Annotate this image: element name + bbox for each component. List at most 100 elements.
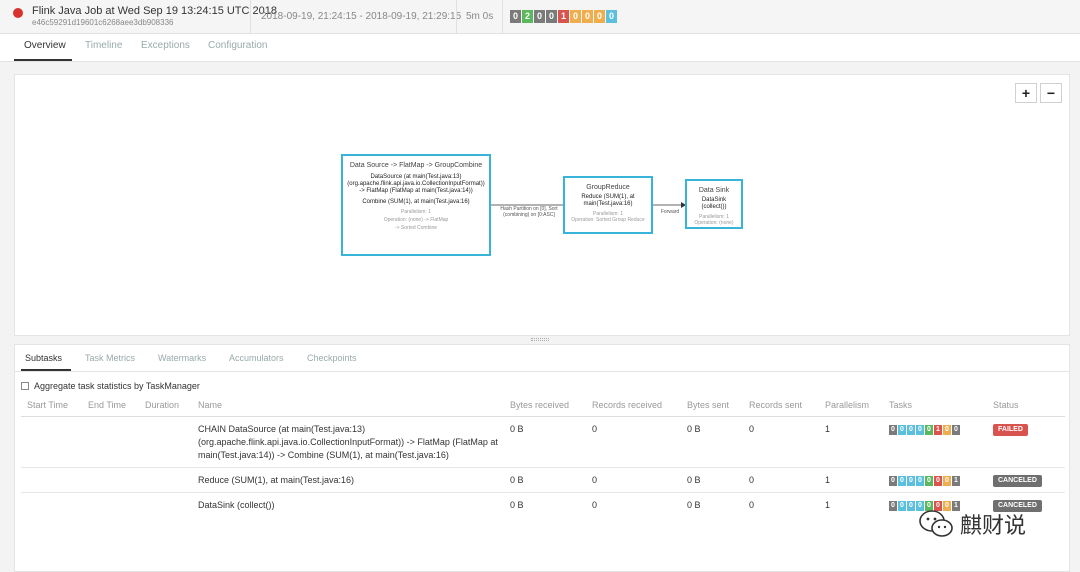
node-parallelism: Parallelism: 1 [400,209,431,215]
tab-subtasks[interactable]: Subtasks [25,353,62,363]
row-task-counts: 00000001 [889,476,960,486]
table-header-divider [21,416,1065,417]
task-count-badge: 0 [546,10,557,23]
node-description: DataSink (collect()) [701,197,727,210]
graph-node-source[interactable]: Data Source -> FlatMap -> GroupCombine D… [341,154,491,256]
graph-node-datasink[interactable]: Data Sink DataSink (collect()) Paralleli… [685,179,743,229]
row-records-sent: 0 [749,475,755,485]
task-count-badge: 1 [558,10,569,23]
col-bytes-sent: Bytes sent [687,400,730,410]
task-count-badge: 0 [907,501,915,511]
col-tasks: Tasks [889,400,913,410]
main-tabs: Overview Timeline Exceptions Configurati… [0,34,1080,62]
task-count-badge: 0 [898,501,906,511]
row-task-counts: 00000100 [889,425,960,435]
row-records-received: 0 [592,424,598,434]
task-count-badge: 0 [925,425,933,435]
node-description: DataSource (at main(Test.java:13) (org.a… [347,174,485,194]
col-parallelism: Parallelism [825,400,870,410]
row-bytes-received: 0 B [510,500,524,510]
vertex-details-panel: Subtasks Task Metrics Watermarks Accumul… [14,344,1070,572]
graph-node-groupreduce[interactable]: GroupReduce Reduce (SUM(1), at main(Test… [563,176,653,234]
row-records-sent: 0 [749,424,755,434]
task-count-badge: 0 [907,476,915,486]
node-description: Reduce (SUM(1), at main(Test.java:16) [581,194,635,207]
edge-label-hash-partition: Hash Partition on [0], Sort (combining) … [500,206,558,218]
row-parallelism: 1 [825,500,831,510]
row-parallelism: 1 [825,424,831,434]
row-bytes-sent: 0 B [687,424,701,434]
task-count-badge: 0 [534,10,545,23]
task-count-badge: 0 [916,476,924,486]
col-duration: Duration [145,400,180,410]
aggregate-label: Aggregate task statistics by TaskManager [34,381,200,391]
node-operation: Operation: (none) [694,220,734,226]
col-bytes-received: Bytes received [510,400,570,410]
job-time-range: 2018-09-19, 21:24:15 - 2018-09-19, 21:29… [261,11,462,22]
tab-exceptions[interactable]: Exceptions [141,40,190,51]
node-strategy: -> Sorted Combine [394,225,438,231]
task-count-badge: 0 [898,425,906,435]
aggregate-checkbox[interactable] [21,382,29,390]
row-bytes-sent: 0 B [687,500,701,510]
active-tab-indicator [14,59,72,61]
node-operation: Operation: (none) -> FlatMap [383,217,449,223]
task-count-badge: 0 [582,10,593,23]
row-records-sent: 0 [749,500,755,510]
row-status-badge: FAILED [993,424,1028,436]
col-name: Name [198,400,223,410]
tab-watermarks[interactable]: Watermarks [158,353,206,363]
job-status-dot [13,8,23,18]
node-title: GroupReduce [586,184,630,191]
header-divider [502,0,503,33]
row-divider [21,467,1065,468]
panel-resize-handle[interactable] [531,338,549,341]
wechat-icon [919,510,953,537]
row-status-badge: CANCELED [993,475,1042,487]
header-divider [250,0,251,33]
node-operation: Operation: Sorted Group Reduce [571,217,645,223]
tab-configuration[interactable]: Configuration [208,40,267,51]
row-divider [21,492,1065,493]
task-count-badge: 1 [934,425,942,435]
tab-task-metrics[interactable]: Task Metrics [85,353,135,363]
row-name[interactable]: Reduce (SUM(1), at main(Test.java:16) [198,474,498,487]
task-count-badge: 0 [594,10,605,23]
col-records-received: Records received [592,400,663,410]
row-records-received: 0 [592,500,598,510]
task-count-badge: 0 [570,10,581,23]
tab-overview[interactable]: Overview [24,40,66,51]
task-count-badge: 0 [889,501,897,511]
node-title: Data Source -> FlatMap -> GroupCombine [349,162,483,169]
row-bytes-received: 0 B [510,424,524,434]
job-task-counts: 020010000 [510,10,617,23]
job-title: Flink Java Job at Wed Sep 19 13:24:15 UT… [32,5,277,17]
job-header: Flink Java Job at Wed Sep 19 13:24:15 UT… [0,0,1080,34]
node-description: Combine (SUM(1), at main(Test.java:16) [362,199,470,205]
task-count-badge: 0 [606,10,617,23]
tab-checkpoints[interactable]: Checkpoints [307,353,357,363]
task-count-badge: 0 [916,425,924,435]
row-bytes-sent: 0 B [687,475,701,485]
task-count-badge: 0 [898,476,906,486]
tab-timeline[interactable]: Timeline [85,40,122,51]
col-start-time: Start Time [27,400,69,410]
task-count-badge: 0 [889,425,897,435]
row-name[interactable]: CHAIN DataSource (at main(Test.java:13) … [198,423,498,462]
job-id: e46c59291d19601c6268aee3db908336 [32,18,174,27]
row-records-received: 0 [592,475,598,485]
task-count-badge: 0 [952,425,960,435]
tab-accumulators[interactable]: Accumulators [229,353,284,363]
job-graph[interactable]: + − Data Source -> FlatMap -> GroupCombi… [14,74,1070,336]
task-count-badge: 0 [907,425,915,435]
task-count-badge: 0 [889,476,897,486]
row-bytes-received: 0 B [510,475,524,485]
job-duration: 5m 0s [466,11,494,22]
header-divider [456,0,457,33]
task-count-badge: 0 [943,476,951,486]
edge-label-forward: Forward [660,209,680,215]
row-name[interactable]: DataSink (collect()) [198,499,498,512]
task-count-badge: 1 [952,476,960,486]
aggregate-toggle[interactable]: Aggregate task statistics by TaskManager [21,381,200,391]
col-end-time: End Time [88,400,127,410]
